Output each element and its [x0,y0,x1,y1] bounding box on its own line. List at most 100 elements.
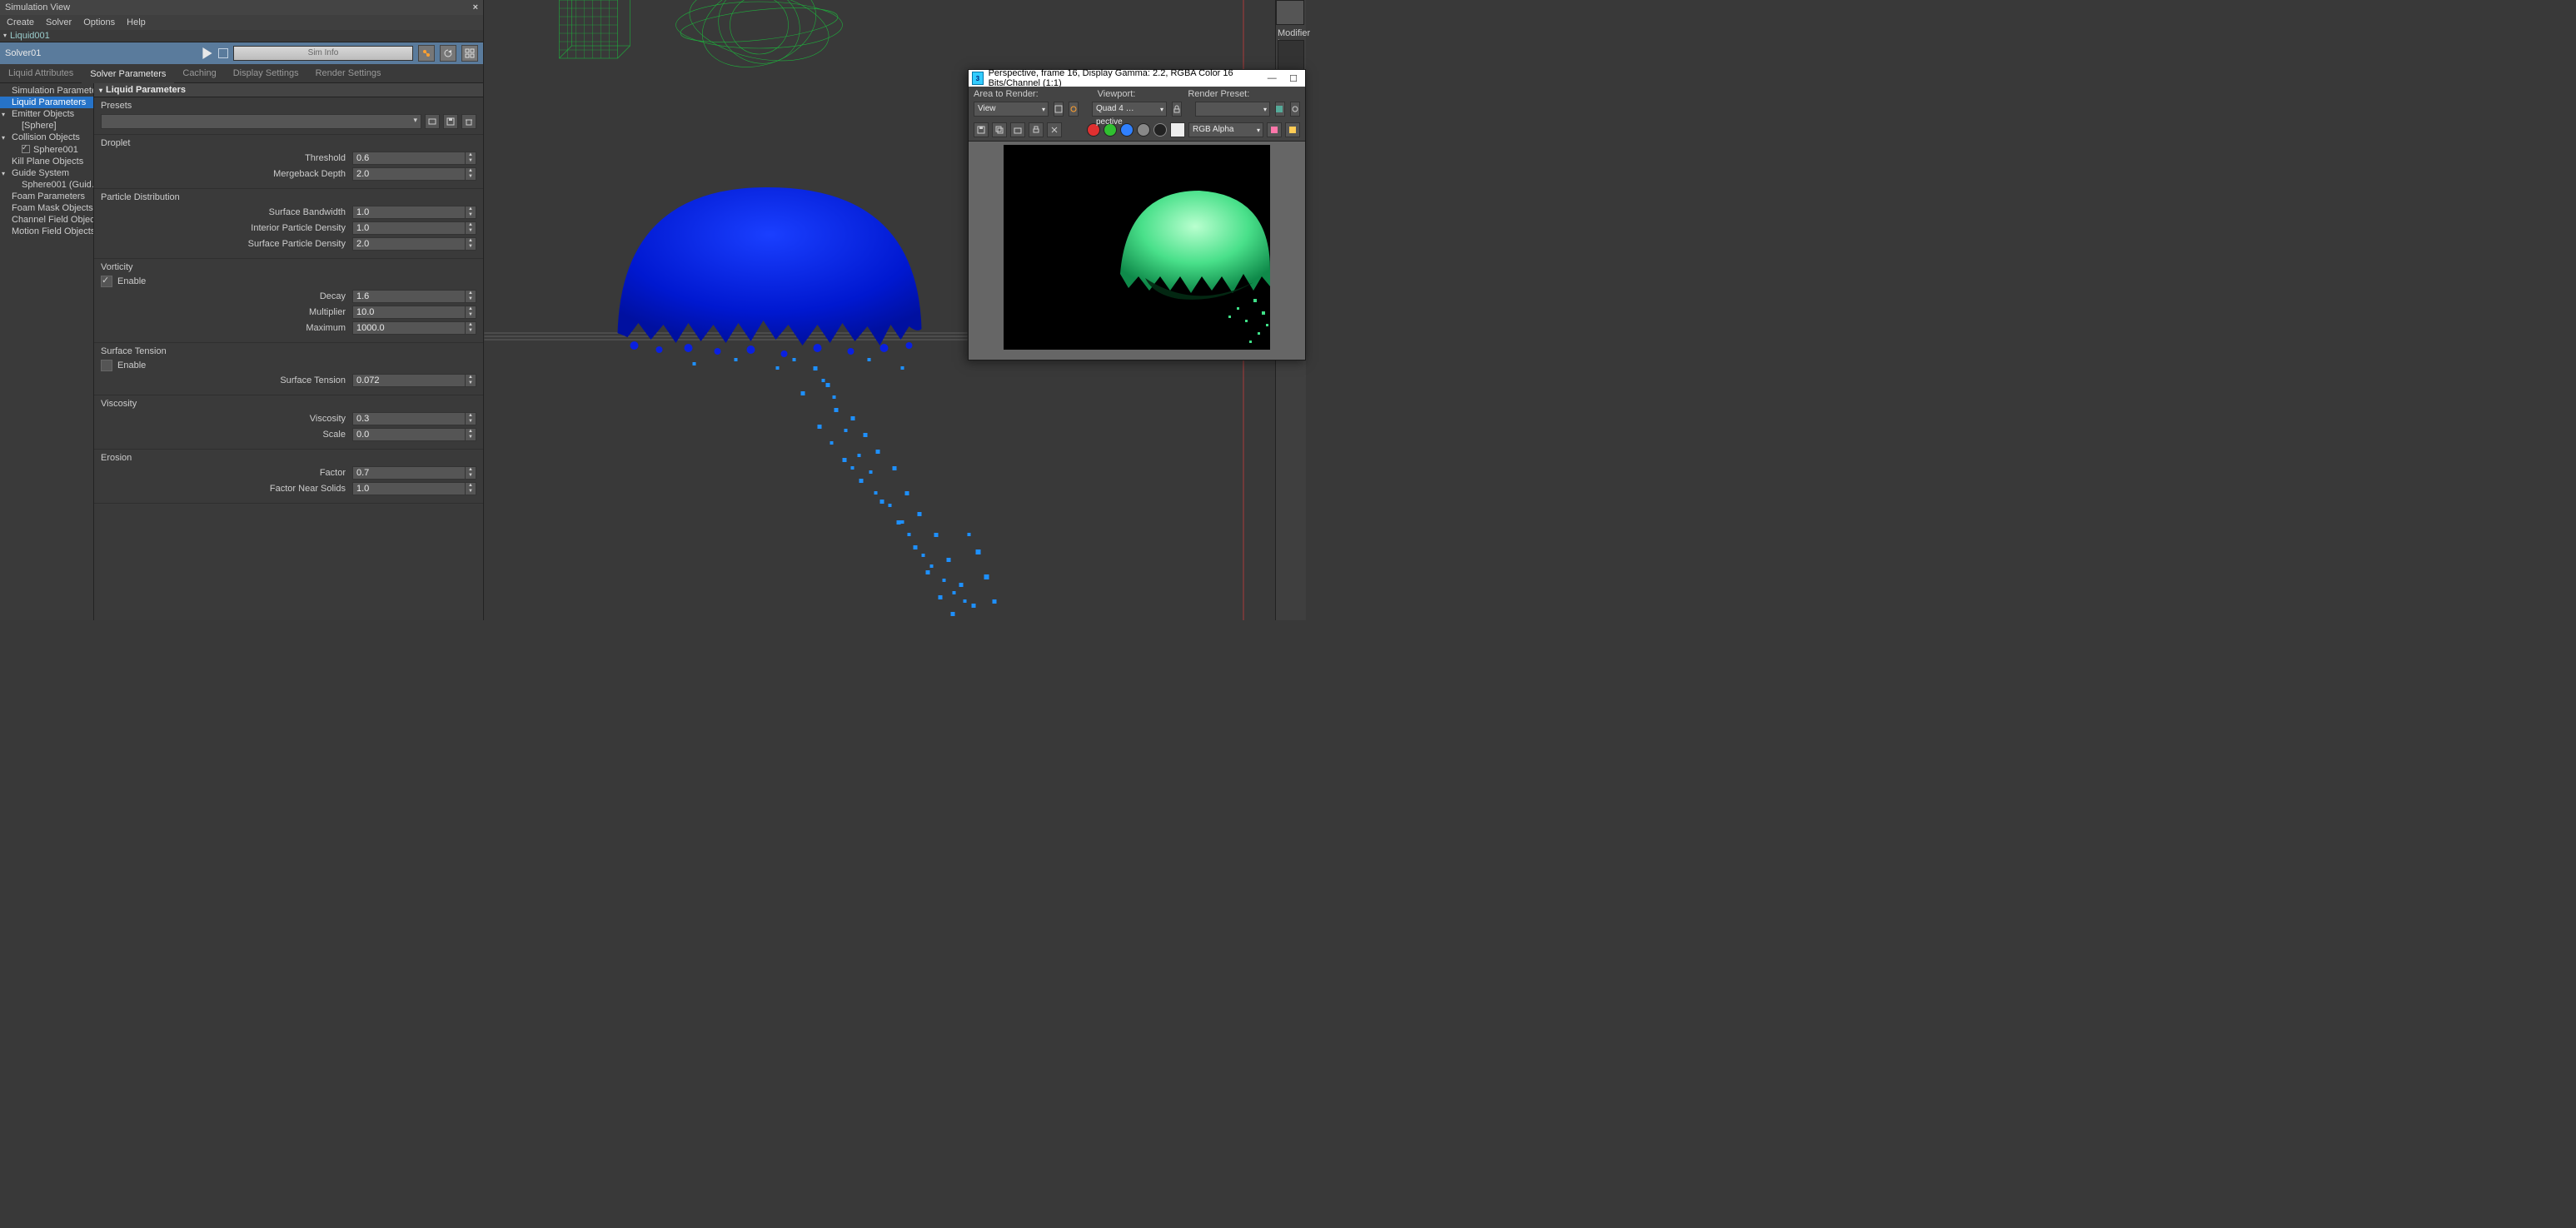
enable-label: Enable [117,276,146,286]
channel-alpha-icon[interactable] [1137,123,1150,137]
param-input[interactable] [352,167,466,181]
stop-icon[interactable] [218,48,228,58]
tree-item[interactable]: [Sphere] [0,120,93,132]
enable-checkbox[interactable] [101,276,112,287]
spinner-arrows[interactable]: ▲▼ [466,466,476,480]
tab-solver-parameters[interactable]: Solver Parameters [82,67,174,83]
viewcube-thumb[interactable] [1276,0,1304,25]
param-input[interactable] [352,412,466,425]
tree-item[interactable]: Motion Field Objects [0,226,93,237]
maximize-icon[interactable]: ☐ [1285,73,1302,84]
render-title: Perspective, frame 16, Display Gamma: 2.… [989,68,1254,88]
preset-combo[interactable] [1195,102,1270,117]
enable-checkbox[interactable] [101,360,112,371]
overlay-a-icon[interactable] [1267,122,1282,137]
liquid-dome [618,187,922,346]
param-input[interactable] [352,482,466,495]
tree-item[interactable]: Channel Field Objects [0,214,93,226]
viewport-combo[interactable]: Quad 4 …pective [1092,102,1167,117]
render-frame-window[interactable]: 3 Perspective, frame 16, Display Gamma: … [968,69,1306,360]
tree-item[interactable]: Kill Plane Objects [0,156,93,167]
presets-combo[interactable] [101,114,421,129]
param-label: Multiplier [101,307,347,317]
param-input[interactable] [352,237,466,251]
param-label: Surface Bandwidth [101,207,347,217]
tree-item[interactable]: ▾Emitter Objects [0,108,93,120]
channel-mono-icon[interactable] [1153,123,1167,137]
solver-grid-icon[interactable] [461,45,478,62]
tree-item[interactable]: ▾Guide System [0,167,93,179]
tab-caching[interactable]: Caching [174,66,224,82]
preset-delete-icon[interactable] [461,114,476,129]
area-edit-icon[interactable] [1054,102,1064,117]
tab-liquid-attributes[interactable]: Liquid Attributes [0,66,82,82]
tree-item[interactable]: ▾Collision Objects [0,132,93,143]
section-title: Droplet [101,138,476,148]
tree-item[interactable]: Foam Parameters [0,191,93,202]
param-label: Factor [101,468,347,478]
spinner-arrows[interactable]: ▲▼ [466,152,476,165]
param-input[interactable] [352,428,466,441]
tree-item[interactable]: Sphere001 [0,143,93,156]
param-input[interactable] [352,152,466,165]
param-input[interactable] [352,290,466,303]
channel-swatch-icon[interactable] [1170,122,1185,137]
render-image-area[interactable] [969,142,1305,360]
render-button-icon[interactable] [1275,102,1285,117]
play-icon[interactable] [202,47,213,59]
area-region-icon[interactable] [1069,102,1079,117]
channel-combo[interactable]: RGB Alpha [1188,122,1263,137]
param-input[interactable] [352,206,466,219]
tree-item[interactable]: Liquid Parameters [0,97,93,108]
overlay-b-icon[interactable] [1285,122,1300,137]
param-input[interactable] [352,374,466,387]
print-icon[interactable] [1029,122,1044,137]
param-label: Maximum [101,323,347,333]
spinner-arrows[interactable]: ▲▼ [466,290,476,303]
menu-create[interactable]: Create [7,17,34,27]
area-combo[interactable]: View [974,102,1049,117]
param-label: Threshold [101,153,347,163]
param-input[interactable] [352,306,466,319]
param-input[interactable] [352,221,466,235]
tab-render-settings[interactable]: Render Settings [307,66,390,82]
close-icon[interactable]: × [473,0,478,15]
viewport-lock-icon[interactable] [1172,102,1182,117]
param-input[interactable] [352,321,466,335]
parameters-title: Liquid Parameters [106,85,186,95]
clone-image-icon[interactable] [1010,122,1025,137]
render-setup-icon[interactable] [1290,102,1300,117]
menu-options[interactable]: Options [83,17,115,27]
tab-display-settings[interactable]: Display Settings [225,66,307,82]
param-section: ErosionFactor▲▼Factor Near Solids▲▼ [94,450,483,504]
solver-link-icon[interactable] [418,45,435,62]
parameters-header[interactable]: ▾Liquid Parameters [94,83,483,97]
menu-help[interactable]: Help [127,17,146,27]
tree-item[interactable]: Sphere001 (Guid… [0,179,93,191]
spinner-arrows[interactable]: ▲▼ [466,428,476,441]
clear-icon[interactable] [1047,122,1062,137]
spinner-arrows[interactable]: ▲▼ [466,221,476,235]
spinner-arrows[interactable]: ▲▼ [466,237,476,251]
preset-save-icon[interactable] [443,114,458,129]
minimize-icon[interactable]: — [1263,73,1280,83]
preset-open-icon[interactable] [425,114,440,129]
spinner-arrows[interactable]: ▲▼ [466,167,476,181]
save-image-icon[interactable] [974,122,989,137]
render-titlebar[interactable]: 3 Perspective, frame 16, Display Gamma: … [969,70,1305,87]
solver-name[interactable]: Solver01 [5,48,197,58]
spinner-arrows[interactable]: ▲▼ [466,306,476,319]
spinner-arrows[interactable]: ▲▼ [466,374,476,387]
tree-item[interactable]: Simulation Parameters [0,85,93,97]
spinner-arrows[interactable]: ▲▼ [466,412,476,425]
spinner-arrows[interactable]: ▲▼ [466,206,476,219]
solver-refresh-icon[interactable] [440,45,456,62]
copy-image-icon[interactable] [992,122,1007,137]
param-input[interactable] [352,466,466,480]
menu-solver[interactable]: Solver [46,17,72,27]
simulation-object-row[interactable]: ▾Liquid001 [0,30,483,42]
spinner-arrows[interactable]: ▲▼ [466,482,476,495]
tree-item[interactable]: Foam Mask Objects [0,202,93,214]
spinner-arrows[interactable]: ▲▼ [466,321,476,335]
simulation-view-titlebar[interactable]: Simulation View × [0,0,483,15]
